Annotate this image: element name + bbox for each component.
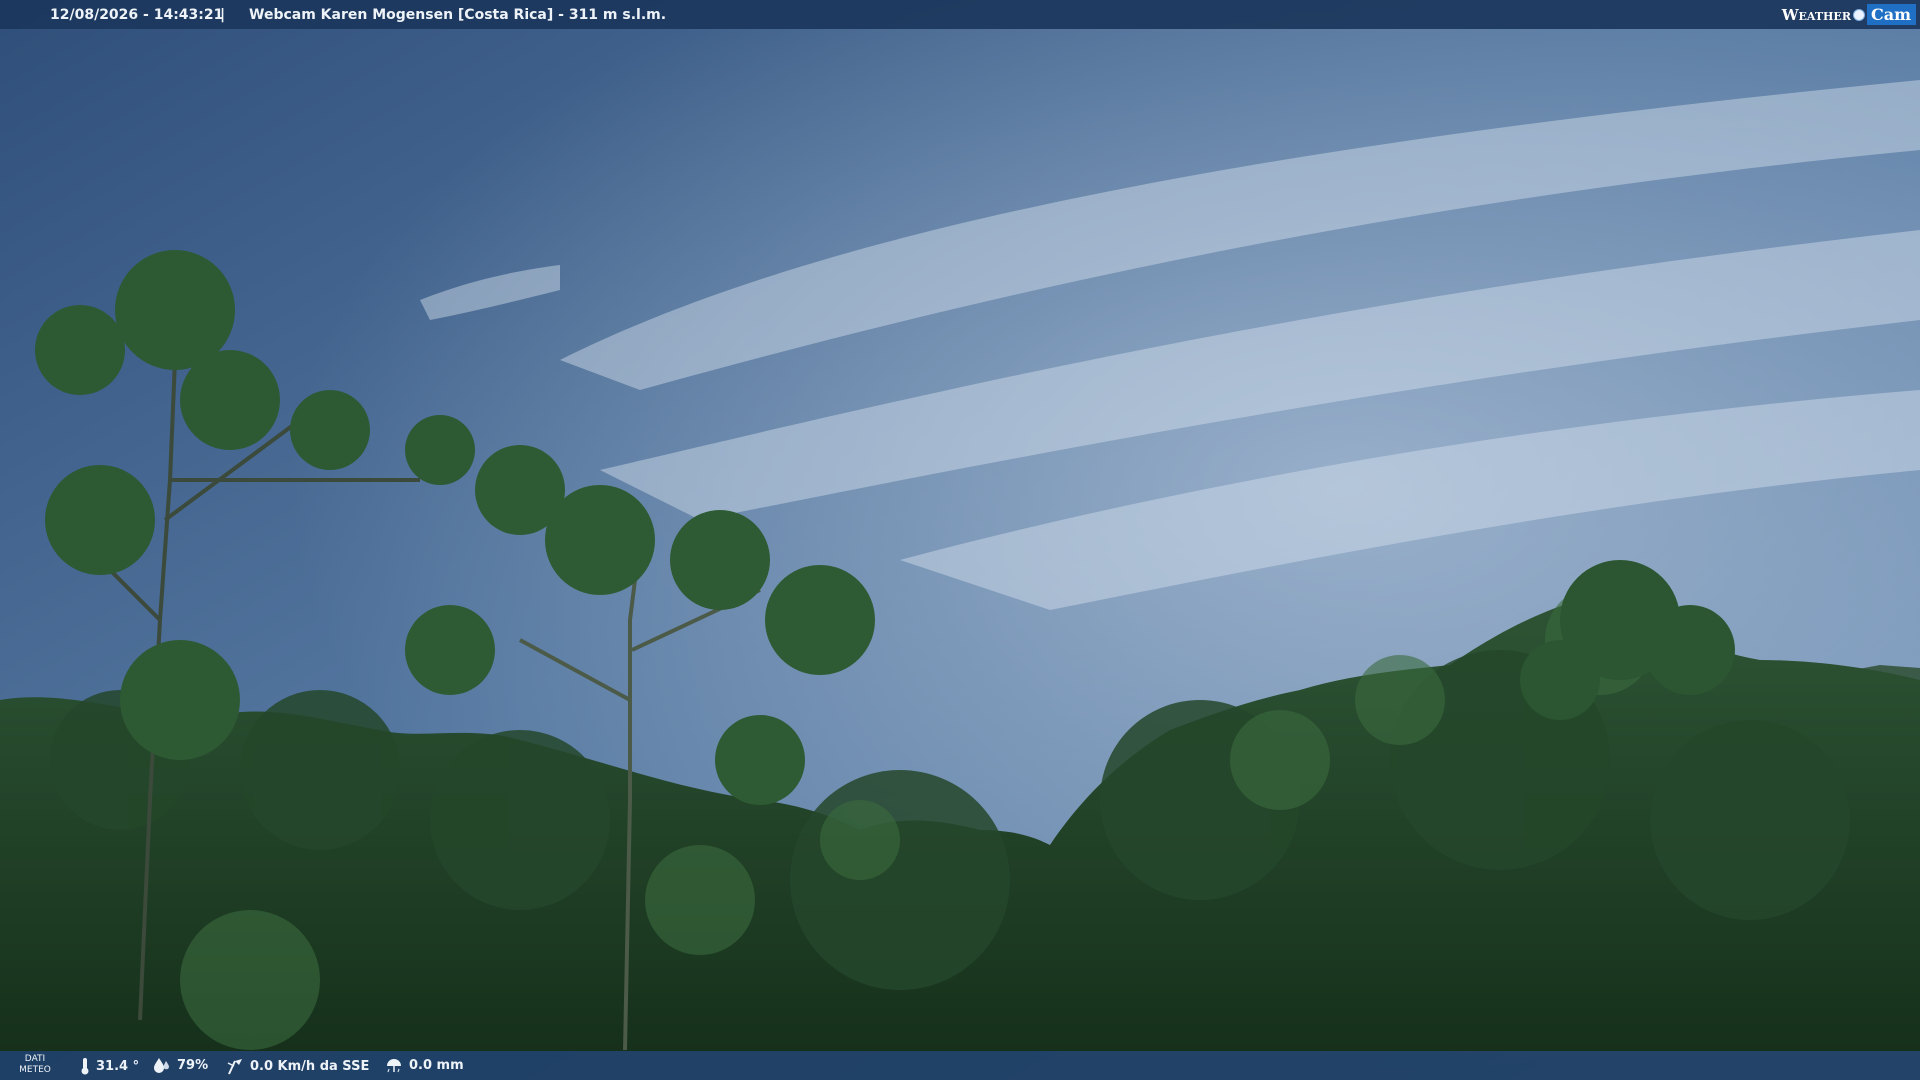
webcam-title: Webcam Karen Mogensen [Costa Rica] - 311… bbox=[249, 7, 667, 23]
rain-value: 0.0 mm bbox=[409, 1057, 464, 1073]
logo-cam: Cam bbox=[1866, 4, 1916, 25]
wind-icon bbox=[227, 1059, 242, 1075]
temperature-reading: 31.4 ° bbox=[80, 1057, 139, 1075]
weather-data-label[interactable]: DATI METEO bbox=[18, 1054, 52, 1076]
wind-reading: 0.0 Km/h da SSE bbox=[226, 1057, 369, 1075]
thermometer-icon bbox=[81, 1058, 89, 1075]
weather-data-label-line1: DATI bbox=[24, 1054, 46, 1064]
humidity-icon bbox=[154, 1058, 169, 1073]
logo-dot-icon bbox=[1852, 8, 1865, 21]
rain-icon bbox=[387, 1059, 401, 1073]
weather-data-label-line2: METEO bbox=[19, 1065, 51, 1075]
weathercam-logo[interactable]: Weather Cam bbox=[1782, 0, 1920, 29]
humidity-reading: 79% bbox=[153, 1057, 208, 1073]
wind-value: 0.0 Km/h da SSE bbox=[250, 1058, 370, 1074]
temperature-value: 31.4 ° bbox=[96, 1058, 140, 1074]
top-info-bar: 12/08/2026 - 14:43:21 | Webcam Karen Mog… bbox=[0, 0, 1920, 29]
weather-data-bar: DATI METEO 31.4 ° 79% 0.0 Km/h da SSE 0.… bbox=[0, 1051, 1920, 1080]
humidity-value: 79% bbox=[177, 1057, 209, 1073]
logo-word: Weather bbox=[1781, 5, 1851, 24]
webcam-image bbox=[0, 0, 1920, 1080]
rain-reading: 0.0 mm bbox=[385, 1057, 464, 1073]
title-separator: | bbox=[220, 7, 226, 23]
timestamp: 12/08/2026 - 14:43:21 bbox=[50, 7, 224, 23]
